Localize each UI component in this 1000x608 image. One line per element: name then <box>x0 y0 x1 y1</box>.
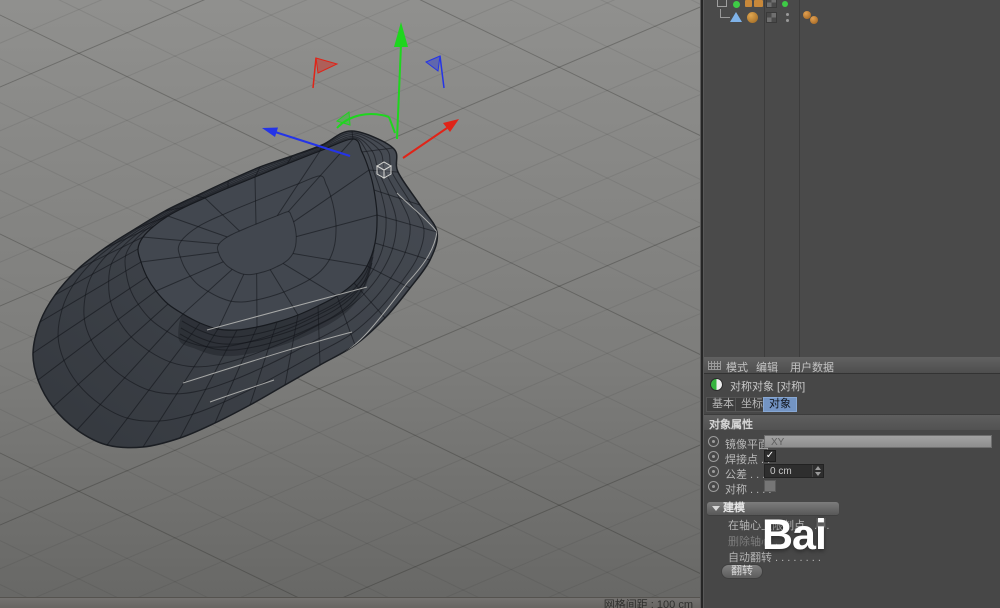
viewport-3d[interactable] <box>0 0 701 597</box>
section-header: 对象属性 <box>704 414 1000 430</box>
modeling-group-header[interactable]: 建模 <box>707 502 839 516</box>
tab-object[interactable]: 对象 <box>763 397 797 412</box>
symmetry-sphere-icon <box>710 378 723 391</box>
symmetric-checkbox[interactable] <box>764 480 776 492</box>
keyframe-dot-icon[interactable] <box>708 466 719 477</box>
object-row-child[interactable] <box>704 9 1000 26</box>
spinner[interactable] <box>812 465 823 477</box>
enabled-dot-icon[interactable] <box>782 1 788 7</box>
mirror-plane-dropdown[interactable]: XY <box>764 435 992 448</box>
spin-up-icon[interactable] <box>815 466 821 470</box>
row-label: 自动翻转 . . . . . . . . <box>728 549 821 565</box>
column-divider <box>799 0 800 357</box>
attribute-menubar: 模式 编辑 用户数据 <box>704 357 1000 374</box>
layer-chip-icon[interactable] <box>766 0 777 8</box>
row-label: 删除轴心 . . . <box>728 533 790 549</box>
column-divider <box>764 0 765 357</box>
weld-points-checkbox[interactable]: ✓ <box>764 450 776 462</box>
hierarchy-connector <box>720 9 730 18</box>
row-label: 在轴心上限制点 . . . . <box>728 517 829 533</box>
layer-chip-icon[interactable] <box>766 12 777 23</box>
symmetry-object-icon <box>717 0 727 7</box>
object-name-fragment <box>745 0 752 7</box>
object-manager[interactable] <box>704 0 1000 357</box>
cinema4d-window: 网格间距 : 100 cm <box>0 0 1000 608</box>
visibility-dot-bottom[interactable] <box>786 19 789 22</box>
section-title: 对象属性 <box>709 416 753 432</box>
modeling-group-title: 建模 <box>723 502 745 515</box>
keyframe-dot-icon[interactable] <box>708 451 719 462</box>
row-limit-points: 在轴心上限制点 . . . . <box>704 517 1000 531</box>
object-title: 对称对象 [对称] <box>730 378 805 394</box>
menu-userdata[interactable]: 用户数据 <box>790 359 834 375</box>
prop-row-tolerance: 公差 . . . . 0 cm <box>704 464 1000 479</box>
enabled-dot-icon[interactable] <box>733 1 740 8</box>
keyframe-dot-icon[interactable] <box>708 481 719 492</box>
prop-row-mirror-plane: 镜像平面 XY <box>704 434 1000 449</box>
menu-mode[interactable]: 模式 <box>726 359 748 375</box>
prop-row-symmetric: 对称 . . . . <box>704 479 1000 494</box>
attribute-tabs: 基本 坐标 对象 <box>704 396 1000 414</box>
tolerance-field[interactable]: 0 cm <box>764 464 824 478</box>
object-title-row: 对称对象 [对称] <box>704 375 1000 395</box>
flip-button[interactable]: 翻转 <box>721 564 763 579</box>
grid-spacing-label: 网格间距 : 100 cm <box>604 599 693 608</box>
row-auto-flip: 自动翻转 . . . . . . . . <box>704 549 1000 563</box>
tolerance-value[interactable]: 0 cm <box>770 466 792 477</box>
selection-tag-icon[interactable] <box>810 16 818 24</box>
visibility-dot-top[interactable] <box>786 13 789 16</box>
right-panel: 模式 编辑 用户数据 对称对象 [对称] 基本 坐标 对象 对象属性 镜像平面 … <box>704 0 1000 608</box>
panel-grip-icon[interactable] <box>708 361 721 370</box>
viewport-status-bar: 网格间距 : 100 cm <box>0 597 701 608</box>
collapse-triangle-icon[interactable] <box>712 506 720 511</box>
phong-tag-icon[interactable] <box>747 12 758 23</box>
polygon-object-icon[interactable] <box>730 12 742 22</box>
viewport-canvas[interactable] <box>0 0 701 597</box>
object-name-fragment <box>754 0 763 7</box>
keyframe-dot-icon[interactable] <box>708 436 719 447</box>
limit-points-checkbox[interactable] <box>816 518 826 528</box>
row-delete-axis: 删除轴心 . . . <box>704 533 1000 547</box>
object-row-parent[interactable] <box>704 0 1000 9</box>
prop-row-weld-points: 焊接点 . . ✓ <box>704 449 1000 464</box>
menu-edit[interactable]: 编辑 <box>756 359 778 375</box>
spin-down-icon[interactable] <box>815 472 821 476</box>
